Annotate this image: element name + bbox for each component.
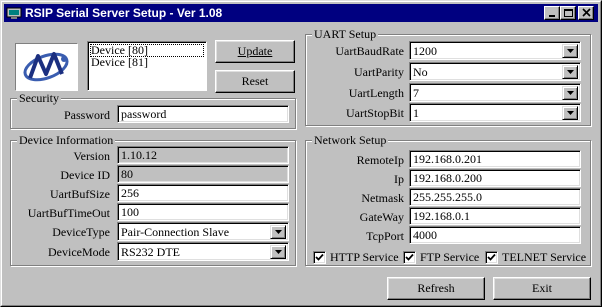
uart-buf-timeout-label: UartBufTimeOut [27, 206, 110, 220]
minimize-button[interactable] [544, 6, 560, 20]
refresh-button[interactable]: Refresh [387, 277, 485, 300]
device-type-select[interactable]: Pair-Connection Slave [117, 222, 289, 241]
gateway-field[interactable]: 192.168.0.1 [409, 207, 581, 225]
checkbox-box[interactable] [313, 251, 326, 264]
dropdown-arrow-icon [567, 70, 574, 74]
device-id-field: 80 [117, 165, 289, 183]
netmask-field[interactable]: 255.255.255.0 [409, 188, 581, 206]
device-mode-value: RS232 DTE [121, 245, 181, 259]
telnet-service-checkbox[interactable]: TELNET Service [485, 250, 587, 264]
dropdown-button[interactable] [270, 245, 286, 259]
http-service-label: HTTP Service [330, 250, 399, 264]
maximize-icon [564, 9, 573, 17]
dropdown-button[interactable] [562, 86, 578, 100]
tcp-port-field[interactable]: 4000 [409, 226, 581, 244]
dropdown-button[interactable] [562, 65, 578, 79]
baud-rate-label: UartBaudRate [335, 44, 404, 58]
baud-rate-select[interactable]: 1200 [409, 41, 581, 60]
baud-rate-value: 1200 [413, 44, 437, 58]
ip-field[interactable]: 192.168.0.200 [409, 169, 581, 187]
password-label: Password [63, 108, 110, 122]
dropdown-arrow-icon [567, 91, 574, 95]
maximize-button[interactable] [560, 6, 576, 20]
ip-label: Ip [394, 172, 404, 186]
checkmark-icon [487, 253, 496, 261]
window-title: RSIP Serial Server Setup - Ver 1.08 [25, 6, 223, 20]
checkbox-box[interactable] [403, 251, 416, 264]
ftp-service-label: FTP Service [420, 250, 480, 264]
setup-window: RSIP Serial Server Setup - Ver 1.08 Devi… [0, 0, 602, 307]
uart-buf-size-field[interactable]: 256 [117, 184, 289, 202]
dropdown-button[interactable] [270, 225, 286, 239]
checkbox-box[interactable] [485, 251, 498, 264]
version-label: Version [73, 149, 110, 163]
uart-setup-legend: UART Setup [312, 27, 379, 41]
exit-button[interactable]: Exit [493, 277, 591, 300]
close-button[interactable] [578, 6, 594, 20]
app-icon [6, 5, 22, 21]
device-mode-select[interactable]: RS232 DTE [117, 242, 289, 261]
checkmark-icon [405, 253, 414, 261]
device-id-label: Device ID [60, 168, 110, 182]
dropdown-button[interactable] [562, 106, 578, 120]
device-mode-label: DeviceMode [48, 245, 110, 259]
close-icon [582, 8, 591, 17]
telnet-service-label: TELNET Service [502, 250, 587, 264]
dropdown-arrow-icon [567, 111, 574, 115]
dropdown-arrow-icon [567, 49, 574, 53]
network-setup-legend: Network Setup [312, 133, 389, 147]
version-field: 1.10.12 [117, 146, 289, 164]
stop-bit-select[interactable]: 1 [409, 103, 581, 122]
company-logo [15, 43, 78, 91]
device-list[interactable]: Device [80] Device [81] [87, 41, 207, 91]
dropdown-arrow-icon [275, 230, 282, 234]
tcp-port-label: TcpPort [366, 229, 404, 243]
parity-value: No [413, 65, 428, 79]
uart-buf-size-label: UartBufSize [50, 187, 110, 201]
list-item[interactable]: Device [81] [90, 56, 204, 69]
password-field[interactable]: password [117, 105, 289, 123]
netmask-label: Netmask [361, 191, 404, 205]
parity-select[interactable]: No [409, 62, 581, 81]
parity-label: UartParity [354, 65, 404, 79]
device-info-legend: Device Information [17, 133, 116, 147]
uart-length-label: UartLength [348, 86, 404, 100]
update-button[interactable]: Update [215, 40, 295, 63]
stop-bit-label: UartStopBit [345, 106, 404, 120]
remote-ip-field[interactable]: 192.168.0.201 [409, 150, 581, 168]
title-bar[interactable]: RSIP Serial Server Setup - Ver 1.08 [4, 4, 598, 22]
uart-length-select[interactable]: 7 [409, 83, 581, 102]
security-legend: Security [17, 91, 61, 105]
stop-bit-value: 1 [413, 106, 419, 120]
ftp-service-checkbox[interactable]: FTP Service [403, 250, 481, 264]
uart-buf-timeout-field[interactable]: 100 [117, 203, 289, 221]
dropdown-button[interactable] [562, 44, 578, 58]
device-type-label: DeviceType [52, 225, 110, 239]
checkmark-icon [315, 253, 324, 261]
dropdown-arrow-icon [275, 250, 282, 254]
uart-length-value: 7 [413, 86, 419, 100]
gateway-label: GateWay [359, 210, 404, 224]
reset-button[interactable]: Reset [215, 70, 295, 93]
minimize-icon [549, 15, 555, 17]
device-type-value: Pair-Connection Slave [121, 225, 230, 239]
remote-ip-label: RemoteIp [356, 153, 404, 167]
http-service-checkbox[interactable]: HTTP Service [313, 250, 399, 264]
